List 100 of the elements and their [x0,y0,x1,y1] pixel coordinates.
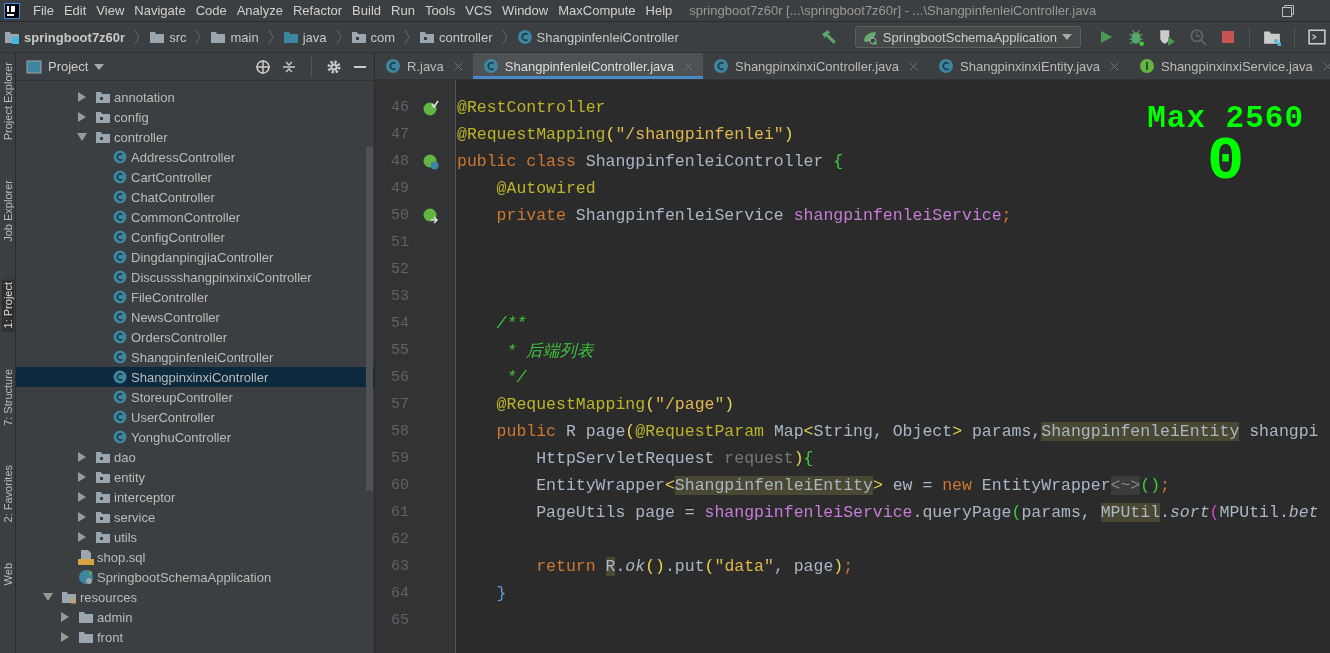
interface-icon [1139,58,1155,74]
code-line: public R page(@RequestParam Map<String, Object> params,ShangpinfenleiEntity shangpi [495,422,1319,441]
code-line: /** [495,314,527,333]
menu-item[interactable]: Help [640,3,678,18]
class-icon [112,169,128,185]
tree-item[interactable]: AddressController [16,147,374,167]
menu-item[interactable]: Navigate [129,3,191,18]
project-structure-icon[interactable] [1263,28,1281,46]
bug-icon[interactable] [1127,28,1145,46]
editor-tab[interactable]: ShangpinfenleiController.java [472,53,703,79]
tree-item[interactable]: OrdersController [16,327,374,347]
settings-icon[interactable] [326,58,342,75]
tree-item[interactable]: DingdanpingjiaController [16,247,374,267]
bean-icon[interactable] [422,153,439,170]
editor-tab[interactable]: ShangpinxinxiService.java [1129,53,1330,79]
class-icon [112,249,128,265]
breadcrumb[interactable]: springboot7z60r [4,29,126,45]
tree-item[interactable]: ShangpinxinxiController [16,367,374,387]
tree-item[interactable]: controller [16,127,374,147]
tree-item[interactable]: DiscussshangpinxinxiController [16,267,374,287]
menu-item[interactable]: Analyze [231,3,288,18]
tree-item[interactable]: resources [16,587,374,607]
restore-icon[interactable] [1282,4,1294,17]
resources-folder-icon [61,589,77,605]
menu-item[interactable]: Run [386,3,420,18]
breadcrumb[interactable]: controller [419,29,493,45]
tool-window-tab[interactable]: 1: Project [1,279,14,332]
class-icon [112,389,128,405]
folder-icon [282,29,299,45]
tree-item[interactable]: config [16,107,374,127]
stop-icon[interactable] [1220,29,1236,45]
tree-item[interactable]: StoreupController [16,387,374,407]
caret-icon [1062,34,1072,40]
menu-item[interactable]: File [28,3,59,18]
tree-item[interactable]: front [16,627,374,647]
run-icon[interactable] [1098,29,1114,45]
caret-icon [94,63,105,70]
menu-item[interactable]: MaxCompute [553,3,641,18]
code-line: @RequestMapping("/shangpinfenlei") [457,125,794,144]
expanded-arrow-icon[interactable] [77,132,87,142]
tool-window-tab[interactable]: Project Explorer [1,59,14,144]
tree-item[interactable]: service [16,507,374,527]
hammer-icon[interactable] [819,28,838,46]
editor-tab[interactable]: ShangpinxinxiController.java [703,53,929,79]
tree-item[interactable]: annotation [16,87,374,107]
run-configuration-dropdown[interactable]: SpringbootSchemaApplication [854,26,1081,48]
tree-item[interactable]: YonghuController [16,427,374,447]
project-view-dropdown[interactable]: Project [26,58,105,75]
chevron-icon [501,29,508,45]
tree-item[interactable]: NewsController [16,307,374,327]
menu-item[interactable]: VCS [460,3,497,18]
close-icon[interactable] [909,61,919,71]
tree-item[interactable]: ChatController [16,187,374,207]
code-line: */ [505,368,527,387]
tool-window-tab[interactable]: 2: Favorites [1,462,14,526]
tool-window-tab[interactable]: Job Explorer [1,177,14,246]
tree-item[interactable]: FileController [16,287,374,307]
menu-item[interactable]: Window [496,3,554,18]
app-logo-icon [4,2,20,19]
editor-tab[interactable]: ShangpinxinxiEntity.java [928,53,1129,79]
menu-item[interactable]: Refactor [287,3,348,18]
scrollbar-thumb[interactable] [366,147,373,491]
close-icon[interactable] [1322,61,1330,71]
tree-item[interactable]: dao [16,447,374,467]
close-icon[interactable] [1110,61,1119,71]
tool-window-tab[interactable]: Web [1,559,14,589]
expanded-arrow-icon[interactable] [43,592,53,602]
terminal-icon[interactable] [1308,28,1326,46]
breadcrumb[interactable]: java [282,29,327,45]
menu-item[interactable]: Tools [419,3,461,18]
window-icon [26,58,42,75]
editor-tab[interactable]: R.java [375,53,473,79]
tree-item[interactable]: shop.sql [16,547,374,567]
close-icon[interactable] [453,61,463,71]
code-line: private ShangpinfenleiService shangpinfenleiService; [495,206,1012,225]
project-icon [4,29,20,45]
breadcrumb[interactable]: main [210,29,259,45]
menu-item[interactable]: Code [190,3,232,18]
menu-item[interactable]: Edit [58,3,92,18]
tree-item[interactable]: entity [16,467,374,487]
breadcrumb[interactable]: com [350,29,396,45]
tree-item[interactable]: interceptor [16,487,374,507]
breadcrumb[interactable]: src [149,29,187,45]
menu-item[interactable]: Build [347,3,386,18]
tree-item[interactable]: CommonController [16,207,374,227]
tree-item[interactable]: ShangpinfenleiController [16,347,374,367]
tree-item[interactable]: ConfigController [16,227,374,247]
breadcrumb[interactable]: ShangpinfenleiController [516,29,679,45]
bean-icon[interactable] [422,207,439,224]
menu-item[interactable]: View [91,3,130,18]
tree-item[interactable]: SpringbootSchemaApplication [16,567,374,587]
tree-item[interactable]: utils [16,527,374,547]
tree-item[interactable]: UserController [16,407,374,427]
tree-item[interactable]: admin [16,607,374,627]
tree-item[interactable]: CartController [16,167,374,187]
bean-icon[interactable] [422,99,439,116]
locate-icon[interactable] [255,58,271,75]
class-icon [112,149,128,165]
coverage-icon[interactable] [1158,28,1176,46]
tool-window-tab[interactable]: 7: Structure [1,365,14,429]
